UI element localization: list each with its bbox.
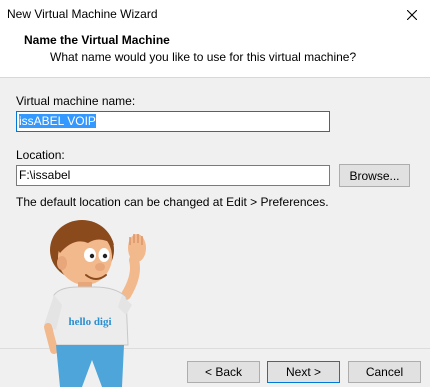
page-subtitle: What name would you like to use for this… xyxy=(50,50,357,64)
vm-name-input[interactable]: issABEL VOIP xyxy=(16,111,330,132)
close-button[interactable] xyxy=(394,0,430,30)
page-title: Name the Virtual Machine xyxy=(24,33,170,47)
mascot-illustration: hello digi xyxy=(44,220,146,387)
vm-name-label: Virtual machine name: xyxy=(16,94,136,108)
next-button[interactable]: Next > xyxy=(267,361,340,383)
wizard-header: Name the Virtual Machine What name would… xyxy=(0,30,430,78)
browse-button[interactable]: Browse... xyxy=(339,164,410,187)
vm-name-value: issABEL VOIP xyxy=(19,114,96,128)
cancel-button[interactable]: Cancel xyxy=(348,361,421,383)
shirt-text: hello digi xyxy=(68,316,111,328)
close-icon xyxy=(407,10,417,20)
title-bar: New Virtual Machine Wizard xyxy=(0,0,430,30)
window-title: New Virtual Machine Wizard xyxy=(7,7,158,21)
back-button[interactable]: < Back xyxy=(187,361,260,383)
